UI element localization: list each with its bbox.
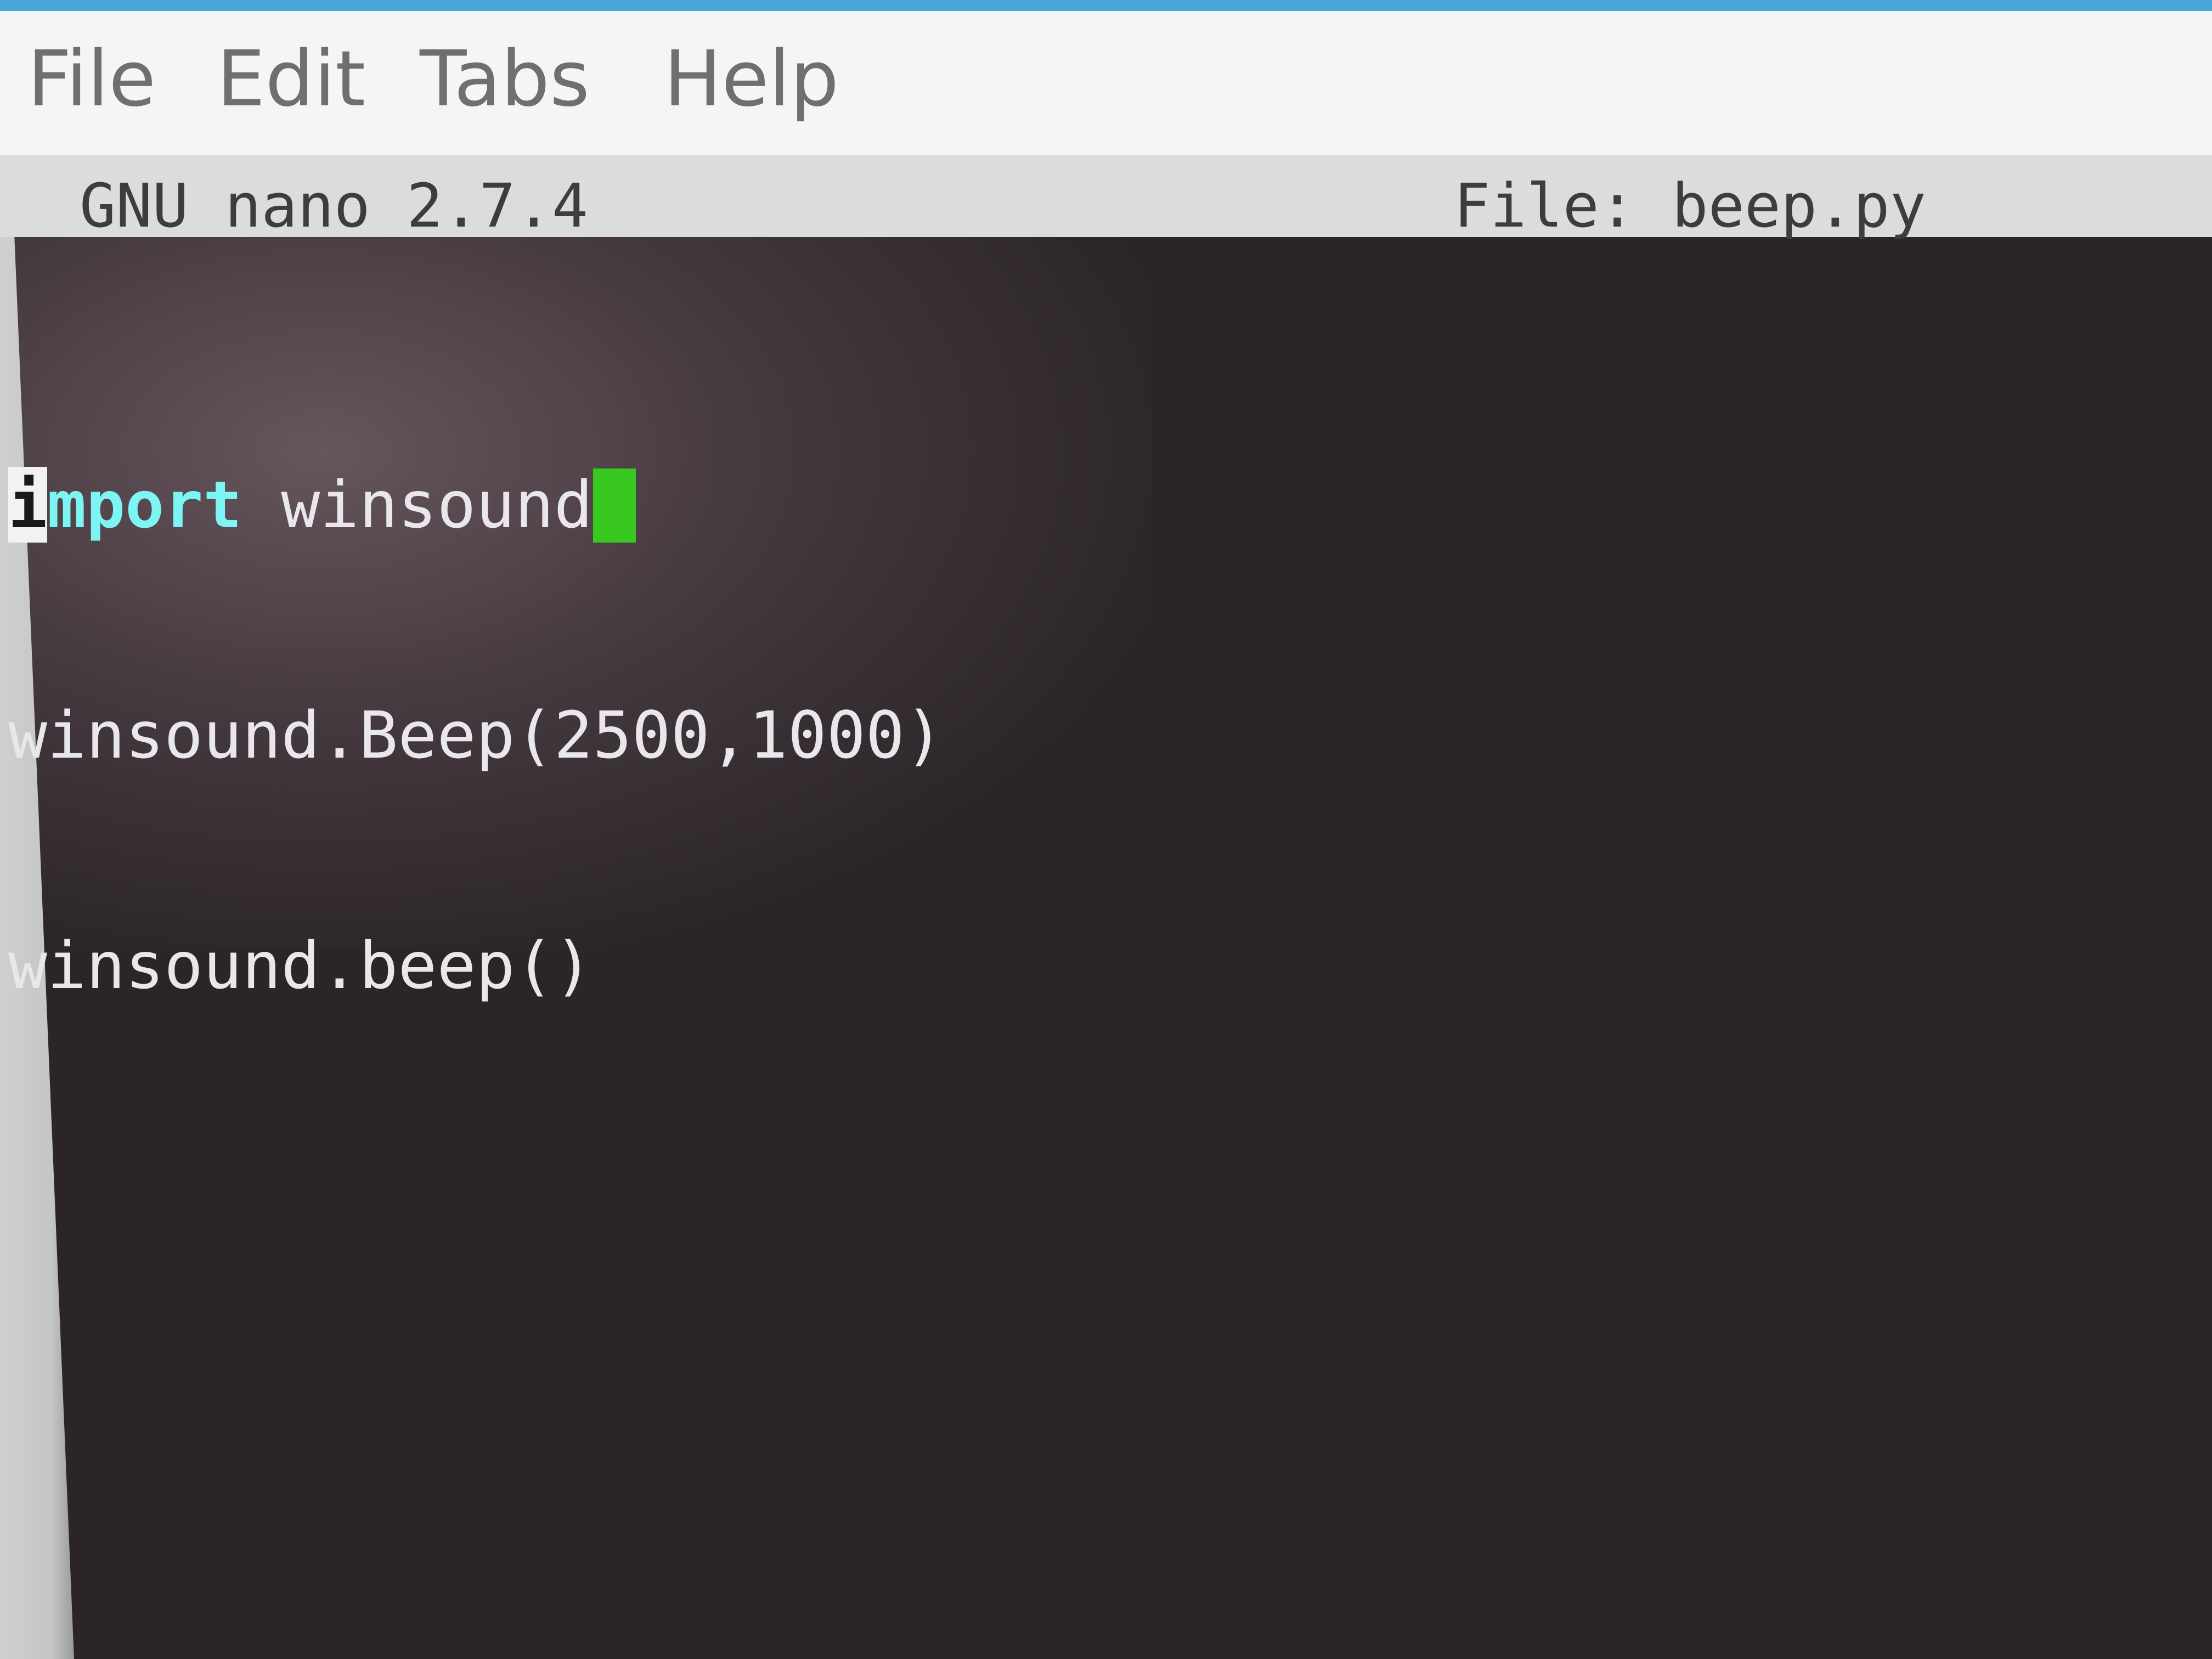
menu-file[interactable]: File — [27, 41, 156, 118]
code-line-3: winsound.beep() — [8, 928, 593, 1003]
menu-help[interactable]: Help — [664, 41, 839, 118]
text-cursor — [592, 469, 636, 543]
keyword-import: import — [8, 467, 242, 543]
nano-file-label: File: beep.py — [1454, 171, 1926, 241]
code-line-1: import winsound — [8, 466, 944, 543]
menu-tabs[interactable]: Tabs — [420, 41, 590, 118]
code-line-1-rest: winsound — [242, 467, 593, 543]
nano-title-bar: GNU nano 2.7.4 File: beep.py — [0, 155, 2212, 237]
screen: File Edit Tabs Help GNU nano 2.7.4 File:… — [0, 0, 2212, 1659]
nano-version-label: GNU nano 2.7.4 — [80, 171, 589, 241]
selected-char: i — [8, 467, 48, 543]
editor-text-area[interactable]: import winsound winsound.Beep(2500,1000)… — [8, 313, 944, 1158]
menu-bar: File Edit Tabs Help — [0, 11, 2212, 155]
code-line-2: winsound.Beep(2500,1000) — [8, 697, 944, 773]
menu-edit[interactable]: Edit — [217, 41, 365, 118]
keyword-remainder: mport — [47, 467, 242, 543]
window-top-edge — [0, 0, 2212, 11]
